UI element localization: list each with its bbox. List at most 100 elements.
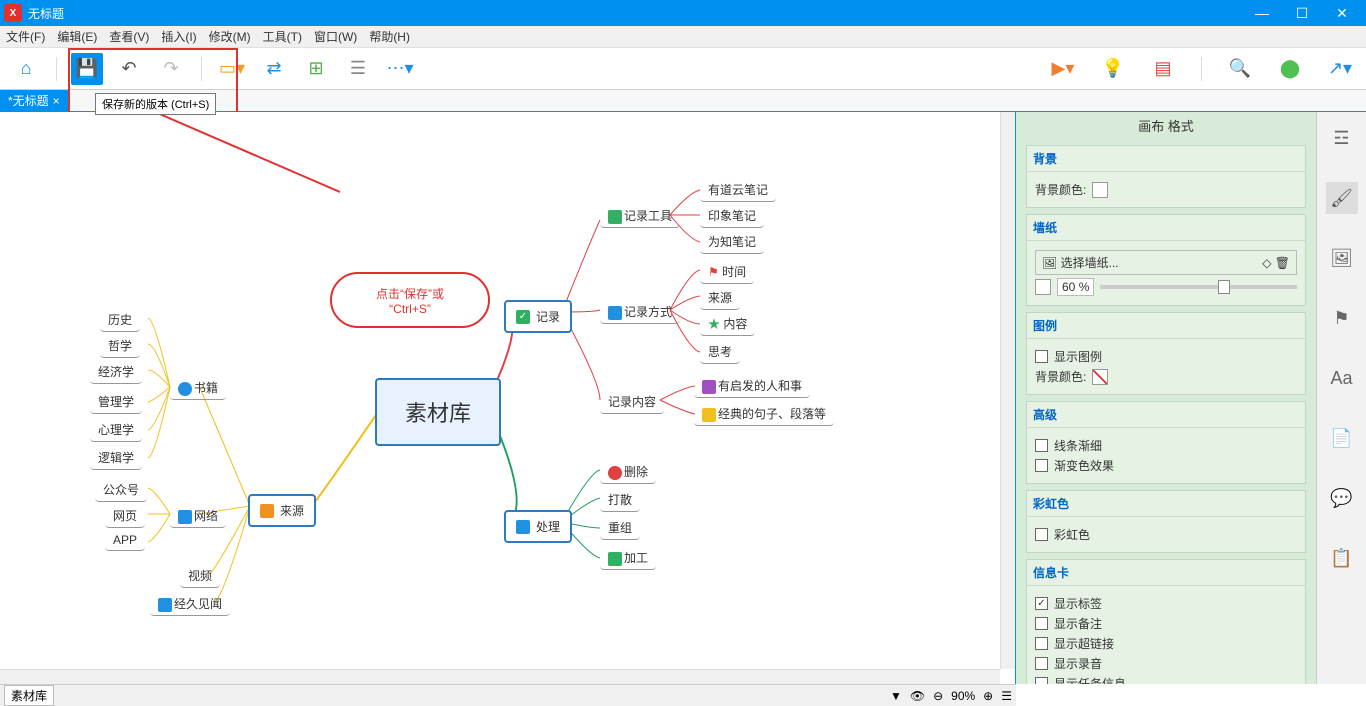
filter-icon[interactable]: ▼	[890, 689, 902, 703]
zoom-out-button[interactable]: ⊖	[933, 689, 943, 703]
zoom-in-button[interactable]: ⊕	[983, 689, 993, 703]
node-video[interactable]: 视频	[180, 564, 220, 588]
node-record-way[interactable]: 记录方式	[600, 300, 680, 324]
node-book-3[interactable]: 管理学	[90, 390, 142, 414]
node-way-1[interactable]: 来源	[700, 286, 740, 310]
wallpaper-picker[interactable]: 🖼 选择墙纸...◇ 🗑	[1035, 250, 1297, 275]
bgcolor-swatch[interactable]	[1092, 182, 1108, 198]
home-button[interactable]: ⌂	[10, 53, 42, 85]
gradient-checkbox[interactable]	[1035, 459, 1048, 472]
more-button[interactable]: ⋯▾	[384, 53, 416, 85]
node-way-3[interactable]: 思考	[700, 340, 740, 364]
toolbar: ⌂ 💾 ↶ ↷ ▭▾ ⇄ ⊞ ☰ ⋯▾ ▶▾ 💡 ▤ 🔍 ⬤ ↗▾	[0, 48, 1366, 90]
image-icon[interactable]: 🖼	[1326, 242, 1358, 274]
vertical-scrollbar[interactable]	[1000, 112, 1015, 669]
task-icon[interactable]: 📋	[1326, 542, 1358, 574]
zoom-level[interactable]: 90%	[951, 689, 975, 703]
menu-file[interactable]: 文件(F)	[6, 28, 45, 45]
fit-button[interactable]: ☰	[1001, 689, 1012, 703]
node-net-1[interactable]: 网页	[105, 504, 145, 528]
export-button[interactable]: ↗▾	[1324, 53, 1356, 85]
boundary-button[interactable]: ☰	[342, 53, 374, 85]
ic5-checkbox[interactable]	[1035, 677, 1048, 684]
node-source[interactable]: 来源	[248, 494, 316, 527]
section-legend: 图例	[1027, 313, 1305, 339]
node-process[interactable]: 处理	[504, 510, 572, 543]
presentation-button[interactable]: ▶▾	[1047, 53, 1079, 85]
section-rainbow: 彩虹色	[1027, 491, 1305, 517]
ic4-checkbox[interactable]	[1035, 657, 1048, 670]
node-books[interactable]: 书籍	[170, 376, 226, 400]
node-record-tool-1[interactable]: 印象笔记	[700, 204, 764, 228]
menu-insert[interactable]: 插入(I)	[161, 28, 196, 45]
horizontal-scrollbar[interactable]	[0, 669, 1000, 684]
node-proc-0[interactable]: 删除	[600, 460, 656, 484]
format-icon[interactable]: 🖌	[1326, 182, 1358, 214]
menu-modify[interactable]: 修改(M)	[209, 28, 251, 45]
marker-icon[interactable]: ⚑	[1326, 302, 1358, 334]
legend-bgcolor-swatch[interactable]	[1092, 369, 1108, 385]
node-content-0[interactable]: 有启发的人和事	[694, 374, 810, 398]
breadcrumb[interactable]: 素材库	[4, 685, 54, 706]
redo-button[interactable]: ↷	[155, 53, 187, 85]
node-proc-3[interactable]: 加工	[600, 546, 656, 570]
ic2-checkbox[interactable]	[1035, 617, 1048, 630]
menu-edit[interactable]: 编辑(E)	[57, 28, 97, 45]
delete-icon	[608, 466, 622, 480]
opacity-value[interactable]: 60 %	[1057, 278, 1094, 296]
node-book-0[interactable]: 历史	[100, 308, 140, 332]
menu-view[interactable]: 查看(V)	[109, 28, 149, 45]
mindmap-canvas[interactable]: 点击“保存”或 “Ctrl+S”	[0, 112, 1016, 684]
node-central[interactable]: 素材库	[375, 378, 501, 446]
maximize-button[interactable]: ☐	[1282, 0, 1322, 26]
search-button[interactable]: 🔍	[1224, 53, 1256, 85]
node-proc-2[interactable]: 重组	[600, 516, 640, 540]
node-net-2[interactable]: APP	[105, 530, 145, 551]
node-net[interactable]: 网络	[170, 504, 226, 528]
rainbow-checkbox[interactable]	[1035, 528, 1048, 541]
share-button[interactable]: ⬤	[1274, 53, 1306, 85]
outline-icon[interactable]: ☲	[1326, 122, 1358, 154]
relation-button[interactable]: ⊞	[300, 53, 332, 85]
menu-window[interactable]: 窗口(W)	[314, 28, 357, 45]
node-record-tool[interactable]: 记录工具	[600, 204, 680, 228]
node-book-4[interactable]: 心理学	[90, 418, 142, 442]
node-record[interactable]: ✓记录	[504, 300, 572, 333]
node-record-content[interactable]: 记录内容	[600, 390, 664, 414]
menu-tools[interactable]: 工具(T)	[263, 28, 302, 45]
minimize-button[interactable]: —	[1242, 0, 1282, 26]
tapered-checkbox[interactable]	[1035, 439, 1048, 452]
font-icon[interactable]: Aa	[1326, 362, 1358, 394]
comments-icon[interactable]: 💬	[1326, 482, 1358, 514]
side-tool-strip: ☲ 🖌 🖼 ⚑ Aa 📄 💬 📋	[1316, 112, 1366, 684]
gantt-button[interactable]: ▤	[1147, 53, 1179, 85]
theme-button[interactable]: ▭▾	[216, 53, 248, 85]
node-way-2[interactable]: ★ 内容	[700, 312, 755, 336]
idea-button[interactable]: 💡	[1097, 53, 1129, 85]
ic3-checkbox[interactable]	[1035, 637, 1048, 650]
node-book-5[interactable]: 逻辑学	[90, 446, 142, 470]
structure-button[interactable]: ⇄	[258, 53, 290, 85]
node-record-tool-2[interactable]: 为知笔记	[700, 230, 764, 254]
node-longsee[interactable]: 经久见闻	[150, 592, 230, 616]
format-panel: 画布 格式 背景 背景颜色: 墙纸 🖼 选择墙纸...◇ 🗑 60 %	[1016, 112, 1316, 684]
node-net-0[interactable]: 公众号	[95, 478, 147, 502]
opacity-slider[interactable]	[1100, 285, 1297, 289]
node-book-1[interactable]: 哲学	[100, 334, 140, 358]
menu-help[interactable]: 帮助(H)	[369, 28, 410, 45]
save-button[interactable]: 💾	[71, 53, 103, 85]
node-record-tool-0[interactable]: 有道云笔记	[700, 178, 776, 202]
ic1-checkbox[interactable]: ✓	[1035, 597, 1048, 610]
undo-button[interactable]: ↶	[113, 53, 145, 85]
wall-color-swatch[interactable]	[1035, 279, 1051, 295]
node-book-2[interactable]: 经济学	[90, 360, 142, 384]
node-proc-1[interactable]: 打散	[600, 488, 640, 512]
tab-close-icon[interactable]: ×	[53, 94, 60, 108]
notes-icon[interactable]: 📄	[1326, 422, 1358, 454]
node-way-0[interactable]: ⚑ 时间	[700, 260, 754, 284]
show-legend-checkbox[interactable]	[1035, 350, 1048, 363]
close-button[interactable]: ✕	[1322, 0, 1362, 26]
eye-icon[interactable]: 👁	[910, 689, 925, 703]
document-tab[interactable]: *无标题 ×	[0, 90, 68, 111]
node-content-1[interactable]: 经典的句子、段落等	[694, 402, 834, 426]
